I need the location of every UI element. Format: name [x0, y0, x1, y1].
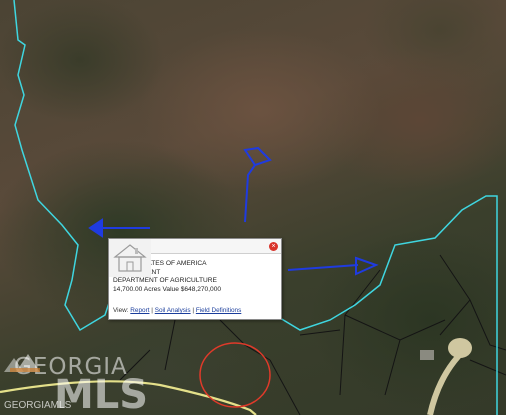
- house-roof: [420, 350, 434, 360]
- acres-value: 14,700.00 Acres Value $648,270,000: [113, 285, 222, 293]
- watermark: GEORGIA MLS GEORGIAMLS: [4, 350, 148, 415]
- popup-body: UNITED STATES OF AMERICA GOVERNMENT DEPA…: [109, 239, 281, 305]
- highlight-circle: [199, 342, 271, 408]
- aerial-map[interactable]: GEORGIA MLS GEORGIAMLS 003 001 ×: [0, 0, 506, 415]
- soil-analysis-link[interactable]: Soil Analysis: [155, 307, 191, 314]
- house-icon: [109, 239, 151, 277]
- popup-footer: View: Report | Soil Analysis | Field Def…: [109, 305, 281, 316]
- link-separator: |: [192, 307, 195, 314]
- report-link[interactable]: Report: [130, 307, 149, 314]
- link-separator: |: [151, 307, 153, 314]
- field-definitions-link[interactable]: Field Definitions: [196, 307, 241, 314]
- close-icon[interactable]: ×: [269, 241, 278, 251]
- owner-line-3: DEPARTMENT OF AGRICULTURE: [113, 277, 217, 284]
- parcel-info-popup: 003 001 × UNITED STATES OF AMERICA GOVER…: [108, 238, 282, 320]
- watermark-small: GEORGIAMLS: [4, 400, 72, 411]
- view-label: View:: [113, 307, 129, 314]
- gamls-logo-icon: [4, 354, 40, 372]
- cul-de-sac: [448, 338, 472, 358]
